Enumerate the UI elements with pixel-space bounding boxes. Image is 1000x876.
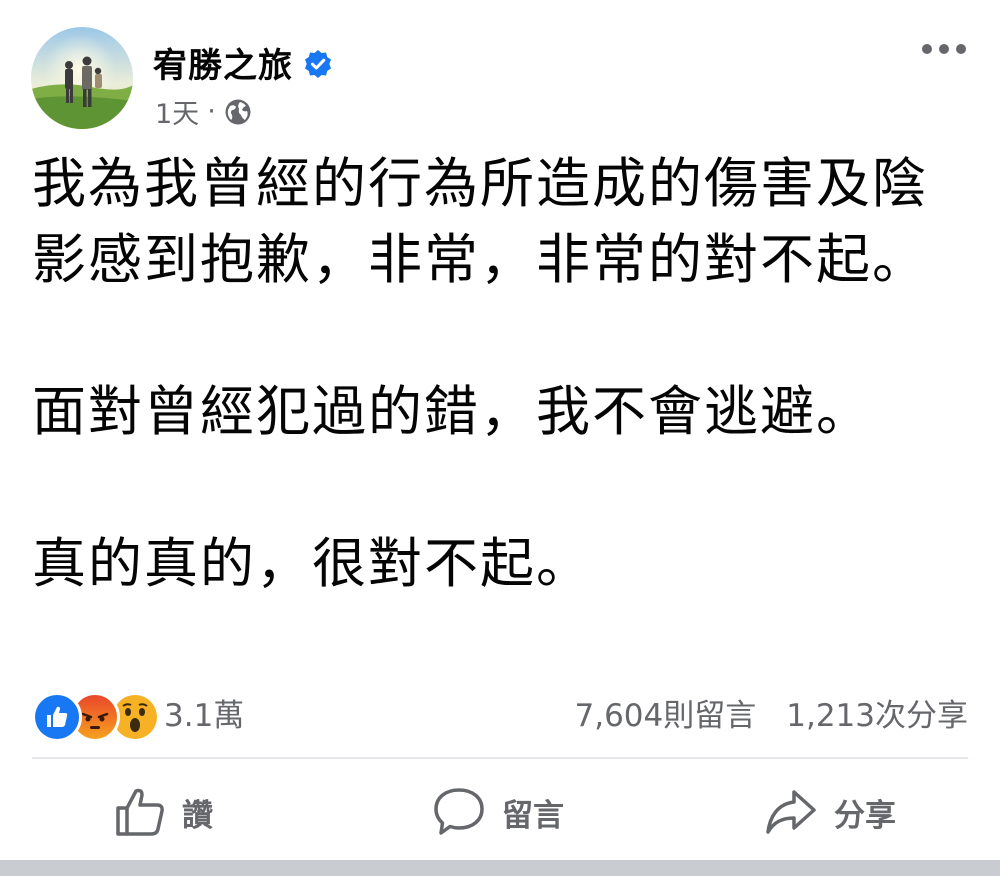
thumbs-up-icon xyxy=(114,786,166,838)
verified-badge-icon xyxy=(303,48,333,78)
post-actions: 讚 留言 分享 xyxy=(0,770,1000,854)
share-arrow-icon xyxy=(764,786,818,838)
share-label: 分享 xyxy=(834,797,896,834)
post-meta: 1天 · xyxy=(155,92,252,131)
stats-right: 7,604則留言 1,213次分享 xyxy=(575,690,969,735)
post-text: 我為我曾經的行為所造成的傷害及陰影感到抱歉，非常，非常的對不起。 面對曾經犯過的… xyxy=(32,146,977,602)
comment-label: 留言 xyxy=(502,797,564,834)
more-dot xyxy=(939,44,949,54)
feed-separator xyxy=(0,860,1000,876)
reaction-icons[interactable] xyxy=(32,688,160,742)
post-time[interactable]: 1天 xyxy=(155,92,199,131)
post-paragraph: 面對曾經犯過的錯，我不會逃避。 xyxy=(32,380,872,443)
like-button[interactable]: 讚 xyxy=(114,782,213,842)
author-name-label[interactable]: 宥勝之旅 xyxy=(153,38,293,87)
post-paragraph: 真的真的，很對不起。 xyxy=(32,532,592,595)
comment-bubble-icon xyxy=(432,786,486,838)
comment-button[interactable]: 留言 xyxy=(432,782,564,842)
more-dot xyxy=(922,44,932,54)
facebook-post: 宥勝之旅 1天 · 我為我曾經的行為所造成的傷害及陰影感到抱歉，非常，非常的對不… xyxy=(0,0,1000,876)
more-dot xyxy=(956,44,966,54)
comments-count[interactable]: 7,604則留言 xyxy=(575,690,757,735)
like-icon xyxy=(32,692,82,742)
divider xyxy=(32,757,968,759)
avatar[interactable] xyxy=(31,27,133,129)
post-stats: 3.1萬 7,604則留言 1,213次分享 xyxy=(32,687,969,742)
post-paragraph: 我為我曾經的行為所造成的傷害及陰影感到抱歉，非常，非常的對不起。 xyxy=(32,152,928,291)
globe-icon xyxy=(224,98,252,126)
author-name[interactable]: 宥勝之旅 xyxy=(153,38,333,87)
reactions-count[interactable]: 3.1萬 xyxy=(164,690,244,735)
shares-count[interactable]: 1,213次分享 xyxy=(786,690,968,735)
meta-separator: · xyxy=(207,96,216,127)
like-label: 讚 xyxy=(182,797,213,834)
more-options-icon[interactable] xyxy=(922,36,966,62)
share-button[interactable]: 分享 xyxy=(764,782,896,842)
